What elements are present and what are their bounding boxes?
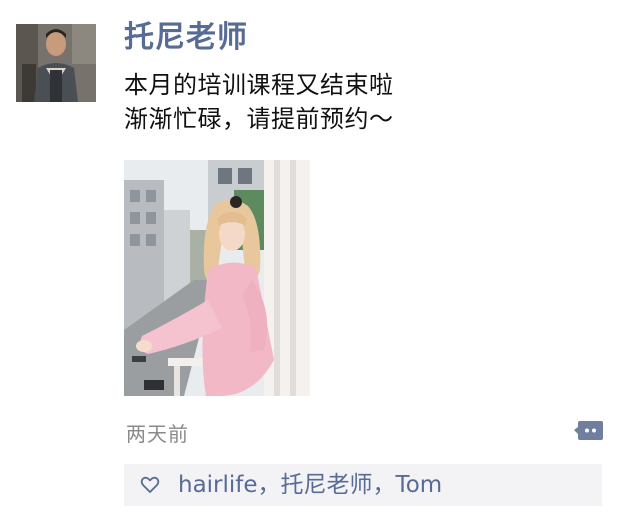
heart-outline-icon	[140, 475, 160, 495]
author-name[interactable]: 托尼老师	[124, 16, 614, 60]
post-meta: 两天前	[124, 412, 604, 452]
like-separator: ，	[372, 472, 396, 498]
like-separator: ，	[257, 472, 281, 498]
like-user-name[interactable]: hairlife	[178, 472, 258, 498]
comment-bubble-icon[interactable]	[574, 420, 604, 442]
like-user-name[interactable]: 托尼老师	[281, 472, 373, 498]
post-photo[interactable]	[124, 160, 310, 396]
post-content: 托尼老师 本月的培训课程又结束啦 渐渐忙碌，请提前预约～	[124, 16, 614, 136]
post-text: 本月的培训课程又结束啦 渐渐忙碌，请提前预约～	[124, 68, 614, 136]
like-user-name[interactable]: Tom	[396, 472, 443, 498]
author-avatar[interactable]	[16, 24, 96, 102]
like-names: hairlife，托尼老师，Tom	[178, 470, 442, 500]
likes-bar: hairlife，托尼老师，Tom	[124, 464, 602, 506]
post-text-line: 渐渐忙碌，请提前预约～	[124, 105, 394, 133]
post-text-line: 本月的培训课程又结束啦	[124, 71, 394, 99]
post-timestamp: 两天前	[126, 422, 189, 446]
